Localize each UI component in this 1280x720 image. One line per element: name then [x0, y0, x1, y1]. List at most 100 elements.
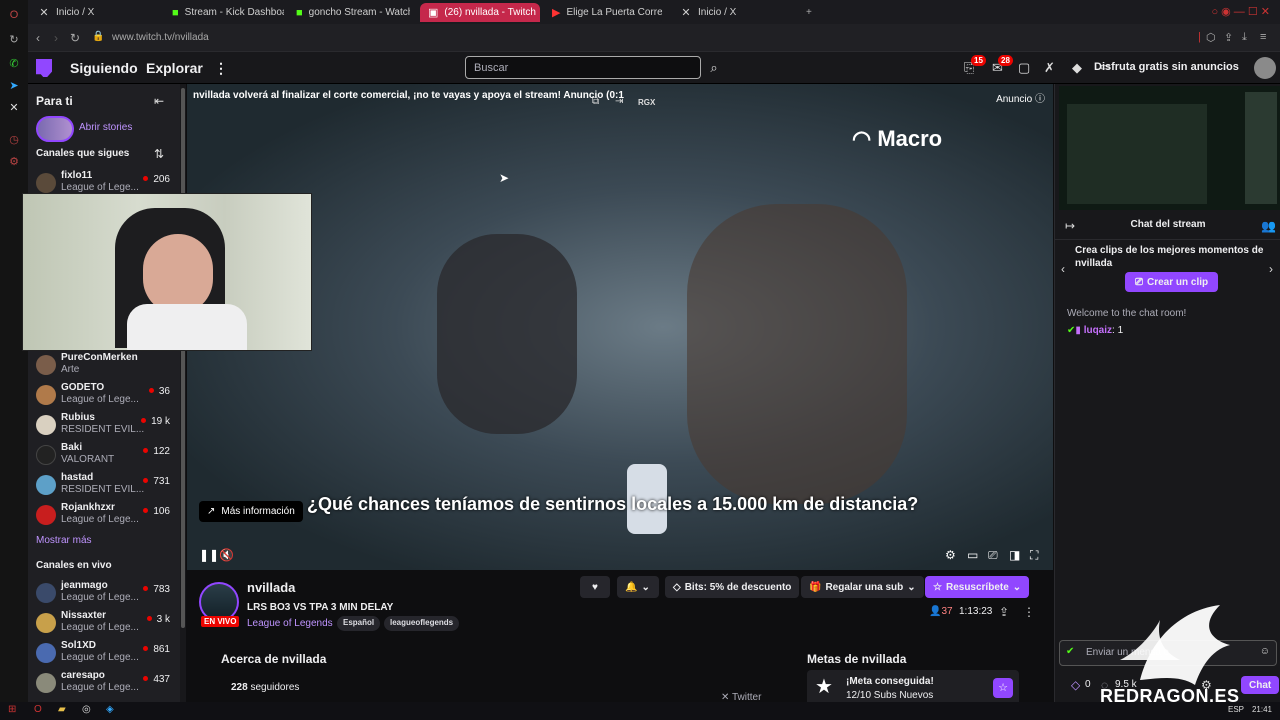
create-clip-button[interactable]: ⎚ Crear un clip [1125, 272, 1219, 292]
sidebar-channel[interactable]: hastad RESIDENT EVIL... 731 [36, 470, 180, 500]
game-link[interactable]: League of Legends [247, 618, 333, 629]
opera-logo-icon[interactable]: O [7, 8, 21, 22]
prime-icon[interactable]: ✗ [1044, 60, 1055, 76]
whispers-icon[interactable]: ▢ [1018, 60, 1030, 76]
channel-avatar [36, 673, 56, 693]
menu-icon[interactable]: ≡ [1260, 31, 1266, 43]
more-options-icon[interactable]: ⋮ [214, 60, 228, 77]
clip-icon[interactable]: ⎚ [988, 548, 998, 563]
goal-subscribe-button[interactable]: ☆ [993, 678, 1013, 698]
settings-icon[interactable]: ⚙ [945, 548, 956, 562]
opera-taskbar-icon[interactable]: O [34, 704, 42, 715]
video-figure [437, 234, 577, 434]
sidebar-channel[interactable]: caresapo League of Lege... 437 [36, 668, 180, 698]
emote-icon[interactable]: ☺ [1260, 646, 1270, 657]
share-icon[interactable]: ⇪ [999, 605, 1009, 619]
theatre-icon[interactable]: ▭ [967, 548, 978, 562]
refresh-icon[interactable]: ↻ [7, 32, 21, 46]
nav-following[interactable]: Siguiendo [70, 60, 138, 76]
x-logo-icon[interactable]: ✕ [7, 100, 21, 114]
sidebar-channel[interactable]: Rojankhzxr League of Lege... 106 [36, 500, 180, 530]
tag-game[interactable]: leagueoflegends [384, 616, 460, 631]
notifications-button[interactable]: 🔔 ⌄ [617, 576, 659, 598]
more-info-button[interactable]: ↗ Más información [199, 501, 303, 522]
chevron-right-icon[interactable]: › [1269, 262, 1273, 276]
goals-heading: Metas de nvillada [807, 652, 907, 666]
video-player[interactable]: nvillada volverá al finalizar el corte c… [187, 84, 1053, 570]
language-indicator[interactable]: ESP [1228, 705, 1244, 714]
collapse-icon[interactable]: ⇤ [154, 94, 164, 108]
sidebar-channel[interactable]: Sol1XD League of Lege... 861 [36, 638, 180, 668]
sidebar-toggle-icon[interactable]: ◨ [1009, 548, 1020, 562]
sidebar-channel[interactable]: Rubius RESIDENT EVIL... 19 k [36, 410, 180, 440]
channel-name[interactable]: nvillada [247, 580, 295, 595]
show-more-link[interactable]: Mostrar más [36, 535, 92, 546]
clock[interactable]: 21:41 [1252, 705, 1272, 714]
stories-avatars[interactable] [36, 116, 74, 142]
new-tab-button[interactable]: + [798, 3, 818, 22]
twitch-logo-icon[interactable] [36, 59, 52, 77]
search-icon[interactable]: ⌕ [703, 56, 725, 79]
folder-icon[interactable]: ▰ [58, 704, 66, 715]
sidebar-channel[interactable]: Nissaxter League of Lege... 3 k [36, 608, 180, 638]
chevron-left-icon[interactable]: ‹ [1061, 262, 1065, 276]
twitch-top-nav: Siguiendo Explorar ⋮ Buscar ⌕ ⎘ 15 ✉ 28 … [28, 52, 1280, 84]
tab-youtube[interactable]: ▶ Elige La Puerta Correc [544, 3, 662, 22]
sidebar-channel[interactable]: GODETO League of Lege... 36 [36, 380, 180, 410]
bits-icon[interactable]: ◇ [1071, 678, 1080, 692]
download-icon[interactable]: ⤓ [1242, 31, 1247, 44]
url-field[interactable]: www.twitch.tv/nvillada [112, 32, 209, 43]
obs-icon[interactable]: ◎ [82, 704, 91, 715]
tab-kick-watch[interactable]: ■goncho Stream - Watch L [288, 3, 410, 22]
chat-username[interactable]: luqaiz [1084, 325, 1112, 336]
chat-send-button[interactable]: Chat [1241, 676, 1280, 694]
history-icon[interactable]: ◷ [7, 132, 21, 146]
channel-avatar [36, 583, 56, 603]
tab-kick-dashboard[interactable]: ■Stream - Kick Dashboard [164, 3, 284, 22]
follow-heart-button[interactable]: ♥ [580, 576, 610, 598]
ad-free-link[interactable]: Disfruta gratis sin anuncios [1094, 61, 1239, 73]
sidebar-scrollbar[interactable] [180, 84, 186, 720]
tab-twitch[interactable]: ▣ (26) nvillada - Twitch [420, 3, 540, 22]
tag-language[interactable]: Español [337, 616, 381, 631]
open-stories-link[interactable]: Abrir stories [79, 122, 132, 133]
channel-avatar [36, 445, 56, 465]
reload-icon[interactable]: ↻ [70, 31, 80, 45]
search-input[interactable]: Buscar [465, 56, 701, 79]
share-icon[interactable]: ⇪ [1224, 31, 1233, 44]
bits-discount-button[interactable]: ◇ Bits: 5% de descuento [665, 576, 800, 598]
info-icon[interactable]: ⓘ [1035, 94, 1045, 105]
whatsapp-icon[interactable]: ✆ [7, 56, 21, 70]
nav-explore[interactable]: Explorar [146, 60, 203, 76]
pip-icon[interactable]: ⧉ [592, 96, 599, 107]
resubscribe-button[interactable]: ☆ Resuscríbete ⌄ [925, 576, 1030, 598]
inbox-badge: 15 [971, 55, 986, 66]
sidebar-channel[interactable]: PureConMerken Arte [36, 350, 180, 380]
bits-icon[interactable]: ◆ [1072, 60, 1082, 76]
tab-x-home-2[interactable]: ✕ Inicio / X [672, 3, 792, 22]
extensions-icon[interactable]: ⬡ [1206, 31, 1216, 44]
window-controls[interactable]: ○ ◉ — ☐ ✕ [1211, 5, 1270, 18]
fullscreen-icon[interactable]: ⛶ [1030, 548, 1038, 563]
sort-icon[interactable]: ⇅ [154, 147, 164, 161]
settings-icon[interactable]: ⚙ [7, 154, 21, 168]
tab-x-home[interactable]: ✕ Inicio / X [30, 3, 158, 22]
start-icon[interactable]: ⊞ [8, 704, 16, 715]
viewer-count: 👤37 [929, 606, 953, 617]
telegram-icon[interactable]: ➤ [7, 78, 21, 92]
scrollbar-thumb[interactable] [181, 88, 185, 628]
pause-icon[interactable]: ❚❚ [199, 548, 219, 562]
steam-icon[interactable]: ◈ [106, 704, 114, 715]
gift-sub-button[interactable]: 🎁 Regalar una sub ⌄ [801, 576, 924, 598]
sidebar-channel[interactable]: Baki VALORANT 122 [36, 440, 180, 470]
popout-icon[interactable]: ⇥ [615, 96, 623, 107]
back-icon[interactable]: ‹ [36, 31, 40, 45]
for-you-heading: Para ti [36, 94, 73, 108]
tab-bar: ✕Inicio / X ■Stream - Kick Dashboard ■go… [28, 0, 1280, 24]
sidebar-channel[interactable]: jeanmago League of Lege... 783 [36, 578, 180, 608]
users-icon[interactable]: 👥 [1261, 219, 1276, 233]
mute-icon[interactable]: 🔇 [219, 548, 234, 562]
avatar[interactable] [1254, 57, 1276, 79]
forward-icon[interactable]: › [54, 31, 58, 45]
more-options-icon[interactable]: ⋮ [1023, 605, 1035, 619]
